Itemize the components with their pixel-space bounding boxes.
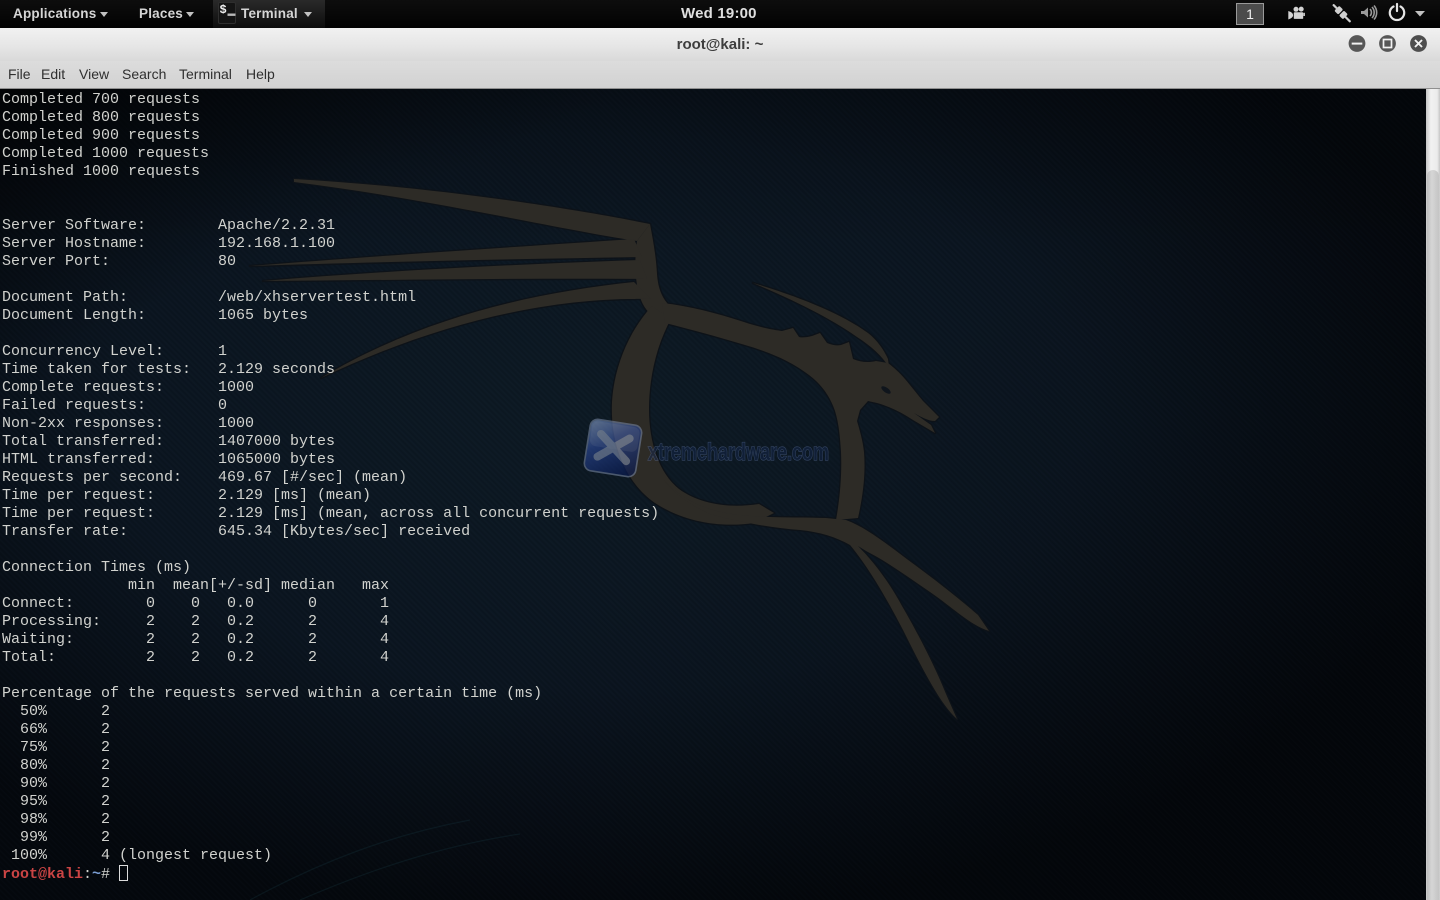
svg-text:1: 1 xyxy=(1246,6,1254,22)
svg-text:$: $ xyxy=(220,3,227,17)
